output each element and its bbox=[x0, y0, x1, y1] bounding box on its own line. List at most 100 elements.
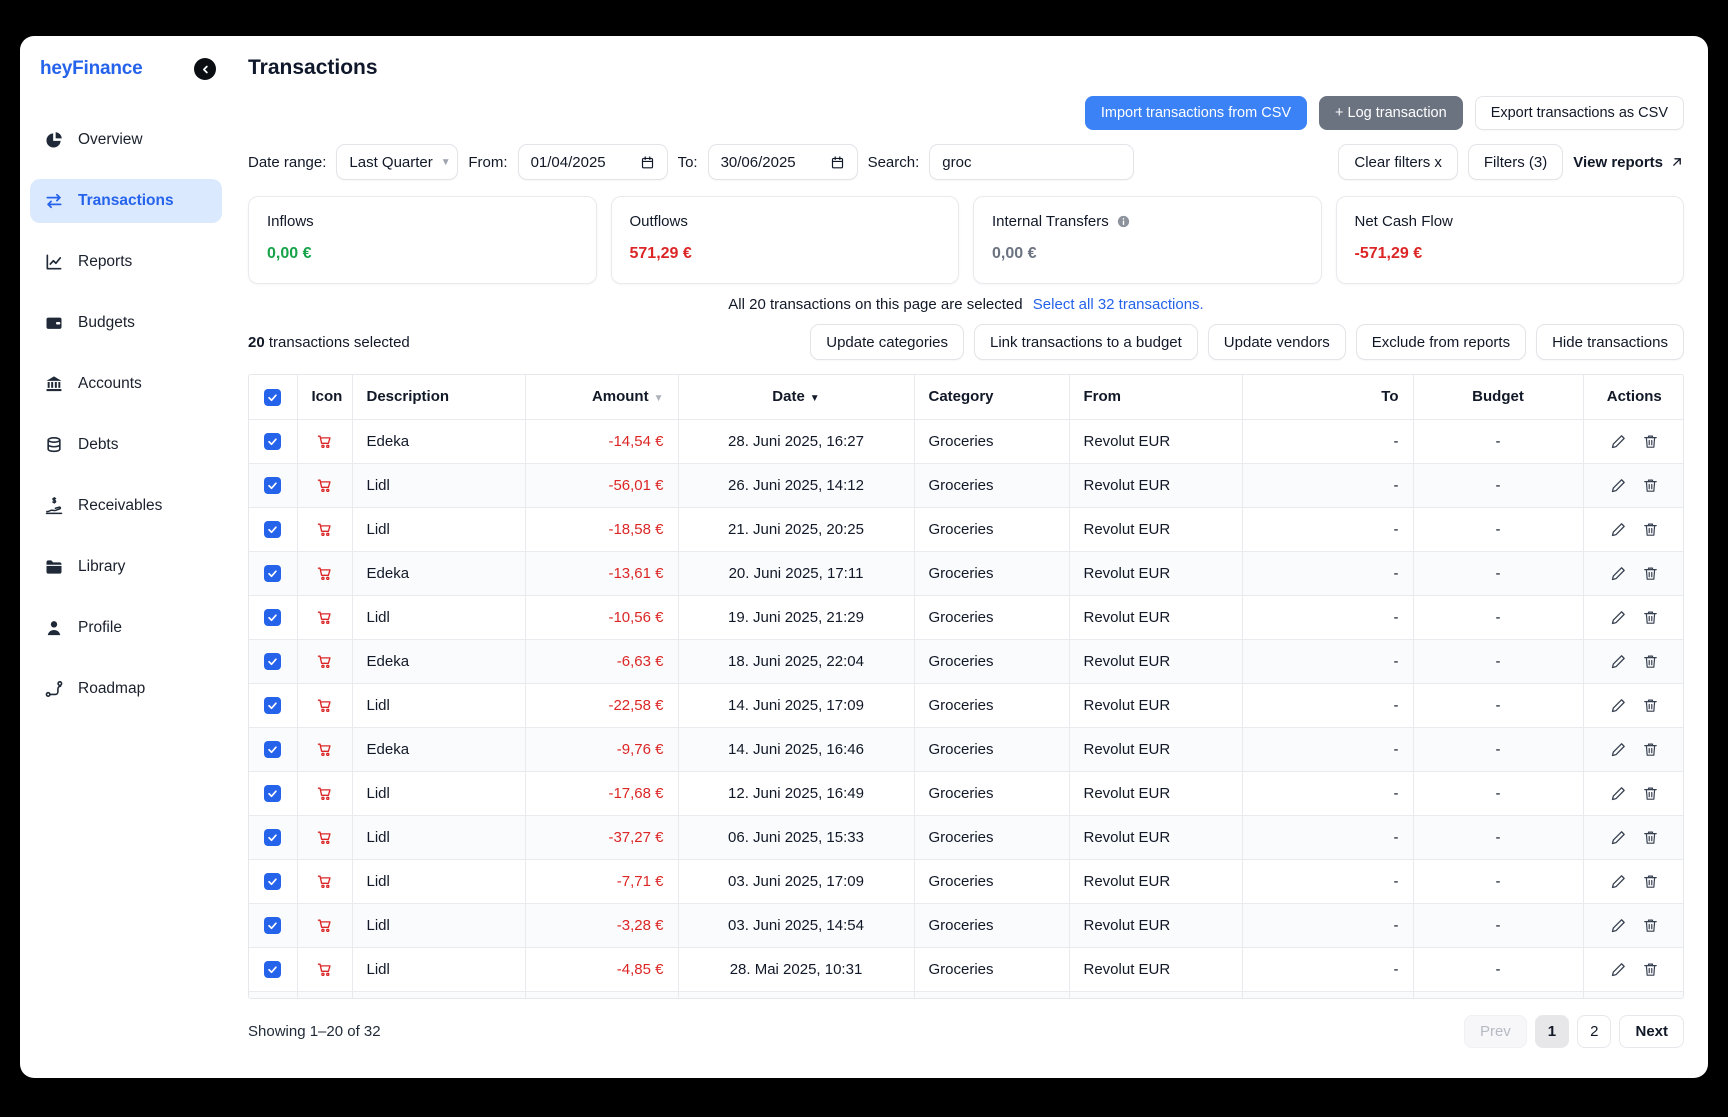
row-checkbox[interactable] bbox=[264, 785, 281, 802]
filters-button[interactable]: Filters (3) bbox=[1468, 144, 1563, 180]
pagination-prev[interactable]: Prev bbox=[1464, 1015, 1527, 1048]
sidebar-item-accounts[interactable]: Accounts bbox=[30, 362, 222, 406]
cell-from: Revolut EUR bbox=[1069, 551, 1242, 595]
delete-row-button[interactable] bbox=[1642, 785, 1659, 802]
row-checkbox[interactable] bbox=[264, 609, 281, 626]
delete-row-button[interactable] bbox=[1642, 565, 1659, 582]
row-checkbox[interactable] bbox=[264, 433, 281, 450]
sidebar-item-debts[interactable]: Debts bbox=[30, 423, 222, 467]
pagination-1[interactable]: 1 bbox=[1535, 1015, 1569, 1048]
row-checkbox[interactable] bbox=[264, 477, 281, 494]
delete-row-button[interactable] bbox=[1642, 961, 1659, 978]
cell-budget: - bbox=[1413, 771, 1583, 815]
sidebar-item-budgets[interactable]: Budgets bbox=[30, 301, 222, 345]
export-csv-button[interactable]: Export transactions as CSV bbox=[1475, 96, 1684, 130]
delete-row-button[interactable] bbox=[1642, 697, 1659, 714]
view-reports-link[interactable]: View reports bbox=[1573, 154, 1684, 171]
column-header-description[interactable]: Description bbox=[352, 375, 525, 419]
edit-row-button[interactable] bbox=[1610, 565, 1627, 582]
cell-category: Groceries bbox=[914, 859, 1069, 903]
cell-category: Groceries bbox=[914, 507, 1069, 551]
row-checkbox[interactable] bbox=[264, 653, 281, 670]
pencil-icon bbox=[1610, 829, 1627, 846]
row-checkbox[interactable] bbox=[264, 961, 281, 978]
column-header-amount[interactable]: Amount▼ bbox=[525, 375, 678, 419]
delete-row-button[interactable] bbox=[1642, 477, 1659, 494]
check-icon bbox=[267, 480, 278, 491]
sort-desc-icon: ▼ bbox=[810, 393, 820, 404]
column-header-date[interactable]: Date▼ bbox=[678, 375, 914, 419]
sidebar-item-reports[interactable]: Reports bbox=[30, 240, 222, 284]
sidebar-item-overview[interactable]: Overview bbox=[30, 118, 222, 162]
edit-row-button[interactable] bbox=[1610, 477, 1627, 494]
column-header-icon[interactable]: Icon bbox=[297, 375, 352, 419]
update-categories-button[interactable]: Update categories bbox=[810, 324, 964, 360]
check-icon bbox=[267, 964, 278, 975]
chevron-left-icon bbox=[199, 63, 212, 76]
edit-row-button[interactable] bbox=[1610, 521, 1627, 538]
edit-row-button[interactable] bbox=[1610, 961, 1627, 978]
row-checkbox[interactable] bbox=[264, 873, 281, 890]
hide-transactions-button[interactable]: Hide transactions bbox=[1536, 324, 1684, 360]
delete-row-button[interactable] bbox=[1642, 653, 1659, 670]
select-all-link[interactable]: Select all 32 transactions. bbox=[1033, 296, 1204, 313]
summary-card: Net Cash Flow -571,29 € bbox=[1336, 196, 1685, 284]
info-icon[interactable] bbox=[1116, 214, 1131, 229]
edit-row-button[interactable] bbox=[1610, 829, 1627, 846]
column-header-category[interactable]: Category bbox=[914, 375, 1069, 419]
edit-row-button[interactable] bbox=[1610, 697, 1627, 714]
edit-row-button[interactable] bbox=[1610, 917, 1627, 934]
sidebar-item-transactions[interactable]: Transactions bbox=[30, 179, 222, 223]
delete-row-button[interactable] bbox=[1642, 521, 1659, 538]
to-date-input[interactable]: 30/06/2025 bbox=[708, 144, 858, 180]
sidebar-item-roadmap[interactable]: Roadmap bbox=[30, 667, 222, 711]
main-content: Transactions Import transactions from CS… bbox=[230, 36, 1708, 1078]
date-range-select[interactable]: Last Quarter ▼ bbox=[336, 144, 458, 180]
log-transaction-button[interactable]: + Log transaction bbox=[1319, 96, 1463, 130]
column-header-to[interactable]: To bbox=[1242, 375, 1413, 419]
select-all-checkbox[interactable] bbox=[264, 389, 281, 406]
sidebar-item-receivables[interactable]: Receivables bbox=[30, 484, 222, 528]
update-vendors-button[interactable]: Update vendors bbox=[1208, 324, 1346, 360]
edit-row-button[interactable] bbox=[1610, 653, 1627, 670]
sidebar-item-library[interactable]: Library bbox=[30, 545, 222, 589]
delete-row-button[interactable] bbox=[1642, 917, 1659, 934]
edit-row-button[interactable] bbox=[1610, 741, 1627, 758]
delete-row-button[interactable] bbox=[1642, 829, 1659, 846]
clear-filters-button[interactable]: Clear filters x bbox=[1338, 144, 1458, 180]
row-checkbox[interactable] bbox=[264, 521, 281, 538]
row-checkbox[interactable] bbox=[264, 917, 281, 934]
delete-row-button[interactable] bbox=[1642, 609, 1659, 626]
edit-row-button[interactable] bbox=[1610, 785, 1627, 802]
pagination-next[interactable]: Next bbox=[1619, 1015, 1684, 1048]
row-checkbox[interactable] bbox=[264, 565, 281, 582]
shopping-cart-icon bbox=[316, 433, 333, 450]
cell-budget: - bbox=[1413, 947, 1583, 991]
edit-row-button[interactable] bbox=[1610, 433, 1627, 450]
sidebar-collapse-button[interactable] bbox=[194, 58, 216, 80]
delete-row-button[interactable] bbox=[1642, 433, 1659, 450]
delete-row-button[interactable] bbox=[1642, 873, 1659, 890]
table-row: Lidl -18,58 € 21. Juni 2025, 20:25 Groce… bbox=[249, 507, 1684, 551]
summary-cards: Inflows 0,00 € Outflows 571,29 € Interna… bbox=[248, 196, 1684, 284]
sidebar-item-profile[interactable]: Profile bbox=[30, 606, 222, 650]
edit-row-button[interactable] bbox=[1610, 609, 1627, 626]
row-checkbox[interactable] bbox=[264, 741, 281, 758]
exclude-from-reports-button[interactable]: Exclude from reports bbox=[1356, 324, 1526, 360]
edit-row-button[interactable] bbox=[1610, 873, 1627, 890]
table-row-clipped bbox=[249, 991, 1684, 999]
search-input[interactable] bbox=[929, 144, 1134, 180]
column-header-from[interactable]: From bbox=[1069, 375, 1242, 419]
delete-row-button[interactable] bbox=[1642, 741, 1659, 758]
pencil-icon bbox=[1610, 565, 1627, 582]
pagination-2[interactable]: 2 bbox=[1577, 1015, 1611, 1048]
row-checkbox[interactable] bbox=[264, 697, 281, 714]
column-header-budget[interactable]: Budget bbox=[1413, 375, 1583, 419]
row-checkbox[interactable] bbox=[264, 829, 281, 846]
import-csv-button[interactable]: Import transactions from CSV bbox=[1085, 96, 1307, 130]
from-date-input[interactable]: 01/04/2025 bbox=[518, 144, 668, 180]
cell-to: - bbox=[1242, 815, 1413, 859]
link-transactions-to-a-budget-button[interactable]: Link transactions to a budget bbox=[974, 324, 1198, 360]
pencil-icon bbox=[1610, 873, 1627, 890]
cell-to: - bbox=[1242, 947, 1413, 991]
